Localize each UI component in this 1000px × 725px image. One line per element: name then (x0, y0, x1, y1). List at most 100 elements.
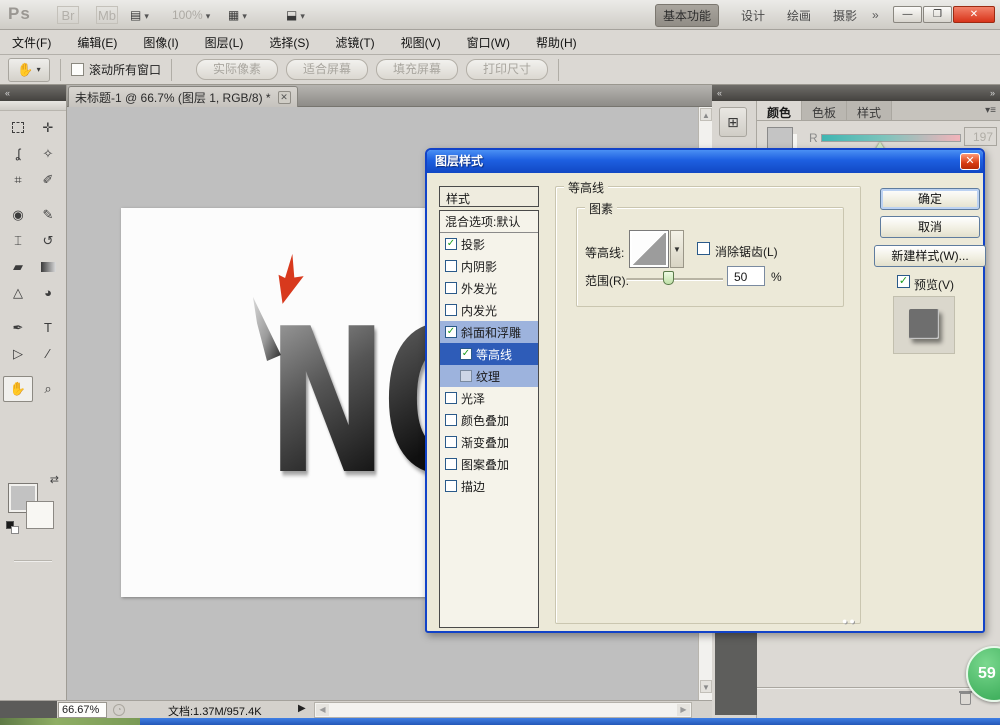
background-color-swatch[interactable] (26, 501, 54, 529)
menu-item[interactable]: 编辑(E) (77, 34, 117, 51)
menu-item[interactable]: 窗口(W) (467, 34, 510, 51)
style-item[interactable]: 内发光 (440, 299, 538, 321)
style-checkbox[interactable] (445, 480, 457, 492)
crop-tool[interactable]: ⌗ (3, 167, 33, 193)
mini-bridge-icon[interactable]: Mb (96, 6, 118, 24)
style-checkbox[interactable]: ✓ (445, 238, 457, 250)
resize-grip-icon[interactable]: ●● (842, 616, 857, 626)
blur-tool[interactable]: △ (3, 280, 33, 306)
style-checkbox[interactable]: ✓ (445, 326, 457, 338)
scroll-up-icon[interactable]: ▲ (700, 108, 712, 121)
preview-checkbox[interactable]: ✓ (897, 275, 910, 288)
brush-tool[interactable]: ✎ (33, 202, 63, 228)
healing-brush-tool[interactable]: ◉ (3, 202, 33, 228)
lasso-tool[interactable]: ʆ (3, 141, 33, 167)
style-item[interactable]: 内阴影 (440, 255, 538, 277)
style-item[interactable]: ✓等高线 (440, 343, 538, 365)
ok-button[interactable]: 确定 (880, 188, 980, 210)
tools-panel-grip[interactable] (0, 101, 66, 111)
panel-tab-色板[interactable]: 色板 (802, 101, 847, 120)
style-item[interactable]: 混合选项:默认 (440, 211, 538, 233)
status-zoom-field[interactable]: 66.67% (58, 702, 107, 718)
menu-item[interactable]: 帮助(H) (536, 34, 577, 51)
style-checkbox[interactable] (445, 392, 457, 404)
dialog-title-bar[interactable]: 图层样式 (427, 150, 983, 173)
workspace-tab[interactable]: 摄影 (833, 7, 857, 24)
menu-item[interactable]: 图像(I) (143, 34, 178, 51)
style-item[interactable]: 图案叠加 (440, 453, 538, 475)
screen-mode-button[interactable]: ⬓▾ (286, 5, 305, 25)
scroll-all-windows-checkbox[interactable] (71, 63, 84, 76)
type-tool[interactable]: T (33, 315, 63, 341)
history-brush-tool[interactable]: ↺ (33, 228, 63, 254)
zoom-tool[interactable]: ⌕ (33, 376, 63, 402)
history-panel-icon[interactable]: ⊞ (719, 107, 747, 137)
dodge-tool[interactable]: ◕ (33, 280, 63, 306)
scroll-left-icon[interactable]: ◀ (316, 704, 329, 716)
new-style-button[interactable]: 新建样式(W)... (874, 245, 986, 267)
default-colors-icon[interactable] (6, 521, 18, 533)
style-checkbox[interactable] (445, 458, 457, 470)
contour-dropdown-icon[interactable]: ▼ (670, 230, 684, 268)
line-tool[interactable]: ∕ (33, 341, 63, 367)
panel-menu-icon[interactable]: ▾≡ (985, 105, 996, 116)
magic-wand-tool[interactable]: ✧ (33, 141, 63, 167)
style-checkbox[interactable] (460, 370, 472, 382)
tools-panel-header[interactable]: « (0, 85, 66, 101)
menu-item[interactable]: 图层(L) (205, 34, 244, 51)
arrange-documents-button[interactable]: ▦▾ (228, 5, 247, 25)
style-item[interactable]: 纹理 (440, 365, 538, 387)
rectangular-marquee-tool[interactable] (3, 115, 33, 141)
panel-tab-颜色[interactable]: 颜色 (757, 101, 802, 120)
workspace-overflow-button[interactable]: » (872, 5, 879, 25)
eyedropper-tool[interactable]: ✐ (33, 167, 63, 193)
move-tool[interactable]: ✛ (33, 115, 63, 141)
pen-tool[interactable]: ✒ (3, 315, 33, 341)
scroll-right-icon[interactable]: ▶ (677, 704, 690, 716)
red-channel-slider[interactable] (821, 134, 961, 142)
menu-item[interactable]: 视图(V) (401, 34, 441, 51)
menu-item[interactable]: 文件(F) (12, 34, 51, 51)
antialias-checkbox[interactable] (697, 242, 710, 255)
expand-icon[interactable]: » (990, 85, 995, 101)
eraser-tool[interactable]: ▰ (3, 254, 33, 280)
range-slider-track[interactable] (627, 278, 723, 281)
minimize-button[interactable]: — (893, 6, 922, 23)
bridge-icon[interactable]: Br (57, 6, 79, 24)
style-item[interactable]: 描边 (440, 475, 538, 497)
style-item[interactable]: 颜色叠加 (440, 409, 538, 431)
status-menu-icon[interactable]: ▶ (298, 703, 306, 714)
range-value-field[interactable]: 50 (727, 266, 765, 286)
document-tab[interactable]: 未标题-1 @ 66.7% (图层 1, RGB/8) * ✕ (68, 86, 298, 107)
dialog-close-button[interactable]: ✕ (960, 153, 980, 170)
view-extras-button[interactable]: ▤▾ (130, 5, 149, 25)
style-item[interactable]: 外发光 (440, 277, 538, 299)
gradient-tool[interactable] (33, 254, 63, 280)
cancel-button[interactable]: 取消 (880, 216, 980, 238)
style-checkbox[interactable] (445, 304, 457, 316)
zoom-preset-button[interactable]: 填充屏幕 (376, 59, 458, 80)
zoom-preset-button[interactable]: 适合屏幕 (286, 59, 368, 80)
style-checkbox[interactable]: ✓ (460, 348, 472, 360)
zoom-preset-button[interactable]: 打印尺寸 (466, 59, 548, 80)
scroll-down-icon[interactable]: ▼ (700, 680, 712, 693)
dock-header[interactable]: « » (712, 85, 1000, 101)
swap-colors-icon[interactable]: ⇄ (50, 473, 59, 486)
menu-item[interactable]: 选择(S) (269, 34, 309, 51)
close-button[interactable]: ✕ (953, 6, 995, 23)
style-item[interactable]: ✓斜面和浮雕 (440, 321, 538, 343)
range-slider-thumb[interactable] (663, 271, 674, 285)
zoom-level-combo[interactable]: 100%▾ (172, 5, 210, 25)
path-selection-tool[interactable]: ▷ (3, 341, 33, 367)
hand-tool[interactable]: ✋ (3, 376, 33, 402)
style-checkbox[interactable] (445, 436, 457, 448)
style-item[interactable]: 渐变叠加 (440, 431, 538, 453)
collapse-icon[interactable]: « (717, 85, 722, 101)
menu-item[interactable]: 滤镜(T) (335, 34, 374, 51)
style-checkbox[interactable] (445, 260, 457, 272)
workspace-tab[interactable]: 基本功能 (655, 4, 719, 27)
close-tab-icon[interactable]: ✕ (278, 91, 291, 104)
zoom-preset-button[interactable]: 实际像素 (196, 59, 278, 80)
red-channel-value[interactable]: 197 (964, 127, 997, 146)
style-item[interactable]: 光泽 (440, 387, 538, 409)
